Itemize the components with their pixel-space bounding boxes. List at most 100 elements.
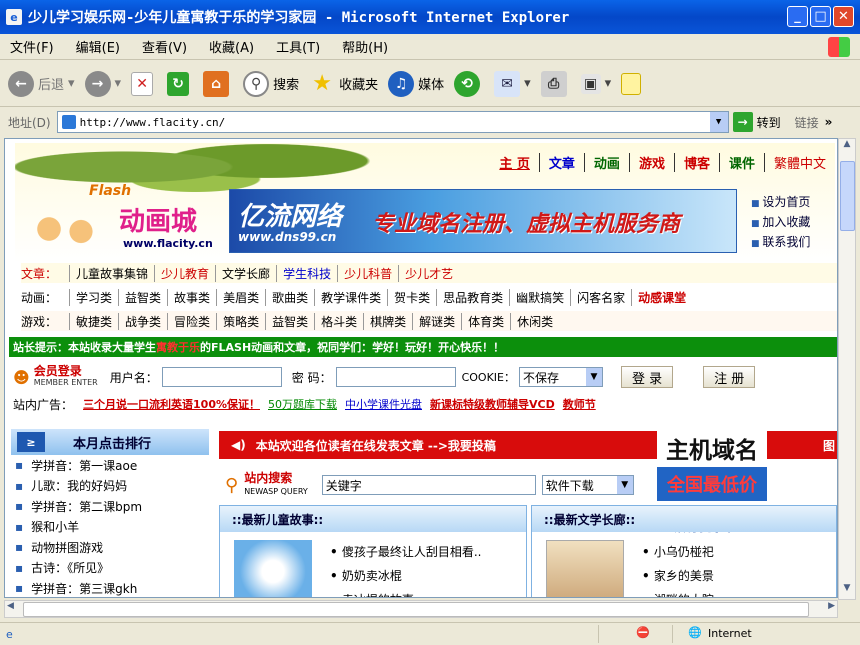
add-favorite-link[interactable]: 加入收藏 <box>751 213 810 233</box>
ad-link[interactable]: 50万题库下载 <box>268 396 337 412</box>
register-button[interactable]: 注 册 <box>703 366 756 388</box>
site-logo[interactable]: Flash 动画城 www.flacity.cn <box>15 179 225 263</box>
set-homepage-link[interactable]: 设为首页 <box>751 193 810 213</box>
animation-link[interactable]: 学习类 <box>69 288 118 306</box>
print-button[interactable]: ⎙ <box>540 70 571 97</box>
nav-traditional[interactable]: 繁體中文 <box>763 153 835 172</box>
scroll-thumb[interactable] <box>840 161 855 231</box>
game-link[interactable]: 战争类 <box>118 312 167 330</box>
hscroll-thumb[interactable] <box>23 602 809 617</box>
horizontal-scrollbar[interactable]: ◀ ▶ <box>4 600 838 618</box>
game-link[interactable]: 体育类 <box>461 312 510 330</box>
edit-button[interactable]: ▣ ▾ <box>580 73 611 94</box>
story-thumbnail[interactable] <box>234 540 312 597</box>
nav-articles[interactable]: 文章 <box>538 153 584 172</box>
nav-blog[interactable]: 博客 <box>673 153 719 172</box>
menu-favorites[interactable]: 收藏(A) <box>209 37 254 56</box>
stop-button[interactable]: ✕ <box>131 71 157 96</box>
media-button[interactable]: ♫ 媒体 <box>388 70 444 97</box>
game-link[interactable]: 解谜类 <box>412 312 461 330</box>
menu-help[interactable]: 帮助(H) <box>342 37 388 56</box>
article-link[interactable]: 文学长廊 <box>215 264 276 282</box>
cookie-select[interactable]: 不保存 ▼ <box>518 367 603 387</box>
favorites-button[interactable]: ★ 收藏夹 <box>309 71 378 97</box>
article-link[interactable]: 儿童故事集锦 <box>69 264 154 282</box>
forward-button[interactable]: → ▾ <box>84 70 121 97</box>
chevron-right-icon[interactable]: » <box>825 115 833 129</box>
address-dropdown-icon[interactable]: ▼ <box>709 112 728 132</box>
literature-link[interactable]: 小乌仍椪祀 <box>642 540 714 564</box>
animation-link[interactable]: 教学课件类 <box>314 288 387 306</box>
go-button[interactable]: → 转到 <box>732 112 781 132</box>
ad-link[interactable]: 中小学课件光盘 <box>345 396 422 412</box>
close-button[interactable]: ✕ <box>833 6 854 27</box>
refresh-button[interactable]: ↻ <box>167 71 193 96</box>
article-link[interactable]: 学生科技 <box>276 264 337 282</box>
ad-link[interactable]: 教师节 <box>563 396 596 412</box>
ad-link[interactable]: 新课标特级教师辅导VCD <box>430 396 555 412</box>
back-button[interactable]: ← 后退 ▾ <box>8 70 75 97</box>
animation-link[interactable]: 思品教育类 <box>436 288 509 306</box>
rank-item[interactable]: 古诗：《所见》 <box>11 558 209 579</box>
vertical-scrollbar[interactable]: ▲ ▼ <box>838 138 856 600</box>
game-link[interactable]: 格斗类 <box>314 312 363 330</box>
rank-item[interactable]: 学拼音：第二课bpm <box>11 496 209 517</box>
scroll-down-icon[interactable]: ▼ <box>839 583 855 599</box>
minimize-button[interactable]: _ <box>787 6 808 27</box>
nav-courseware[interactable]: 课件 <box>718 153 764 172</box>
story-link[interactable]: 傻孩子最终让人刮目相看.. <box>330 540 482 564</box>
animation-link[interactable]: 美眉类 <box>216 288 265 306</box>
ad-link[interactable]: 三个月说一口流利英语100%保证！ <box>83 396 260 412</box>
messenger-button[interactable] <box>621 72 645 95</box>
story-link[interactable]: 卖冰棍的故事 <box>330 588 482 597</box>
menu-edit[interactable]: 编辑(E) <box>76 37 120 56</box>
animation-link[interactable]: 贺卡类 <box>387 288 436 306</box>
literature-link[interactable]: 湖畔的大院 <box>642 588 714 597</box>
home-button[interactable]: ⌂ <box>203 70 233 97</box>
article-link[interactable]: 少儿教育 <box>154 264 215 282</box>
animation-link[interactable]: 幽默搞笑 <box>509 288 570 306</box>
game-link[interactable]: 棋牌类 <box>363 312 412 330</box>
animation-link[interactable]: 闪客名家 <box>570 288 631 306</box>
game-link[interactable]: 益智类 <box>265 312 314 330</box>
menu-tools[interactable]: 工具(T) <box>276 37 320 56</box>
rank-item[interactable]: 儿歌：我的好妈妈 <box>11 476 209 497</box>
nav-home[interactable]: 主 页 <box>490 153 539 172</box>
nav-games[interactable]: 游戏 <box>628 153 674 172</box>
ad-banner[interactable]: 亿流网络 www.dns99.cn 专业域名注册、虚拟主机服务商 <box>229 189 737 253</box>
scroll-right-icon[interactable]: ▶ <box>828 601 835 611</box>
rank-item[interactable]: 动物拼图游戏 <box>11 537 209 558</box>
links-label[interactable]: 链接 <box>795 114 819 131</box>
animation-link[interactable]: 动感课堂 <box>631 288 692 306</box>
login-button[interactable]: 登 录 <box>620 366 674 388</box>
nav-animation[interactable]: 动画 <box>583 153 629 172</box>
maximize-button[interactable]: □ <box>810 6 831 27</box>
game-link[interactable]: 冒险类 <box>167 312 216 330</box>
menu-file[interactable]: 文件(F) <box>10 37 54 56</box>
mail-button[interactable]: ✉ ▾ <box>494 70 531 97</box>
scroll-up-icon[interactable]: ▲ <box>839 139 855 155</box>
rank-item[interactable]: 猴和小羊 <box>11 517 209 538</box>
menu-view[interactable]: 查看(V) <box>142 37 187 56</box>
literature-thumbnail[interactable] <box>546 540 624 597</box>
search-button[interactable]: ⚲ 搜索 <box>243 70 299 97</box>
animation-link[interactable]: 故事类 <box>167 288 216 306</box>
game-link[interactable]: 敏捷类 <box>69 312 118 330</box>
game-link[interactable]: 休闲类 <box>510 312 559 330</box>
scroll-left-icon[interactable]: ◀ <box>7 601 14 611</box>
article-link[interactable]: 少儿科普 <box>337 264 398 282</box>
game-link[interactable]: 策略类 <box>216 312 265 330</box>
story-link[interactable]: 奶奶卖冰棍 <box>330 564 482 588</box>
username-input[interactable] <box>161 367 282 387</box>
contact-link[interactable]: 联系我们 <box>751 233 810 253</box>
rank-item[interactable]: 学拼音：第三课gkh <box>11 578 209 597</box>
category-select[interactable]: 软件下载 ▼ <box>541 475 634 495</box>
history-button[interactable]: ⟲ <box>454 70 484 97</box>
keyword-input[interactable]: 关键字 <box>321 475 536 495</box>
password-input[interactable] <box>335 367 456 387</box>
rank-item[interactable]: 学拼音：第一课aoe <box>11 455 209 476</box>
address-input[interactable]: http://www.flacity.cn/ ▼ <box>56 111 729 133</box>
animation-link[interactable]: 歌曲类 <box>265 288 314 306</box>
article-link[interactable]: 少儿才艺 <box>398 264 459 282</box>
literature-link[interactable]: 家乡的美景 <box>642 564 714 588</box>
